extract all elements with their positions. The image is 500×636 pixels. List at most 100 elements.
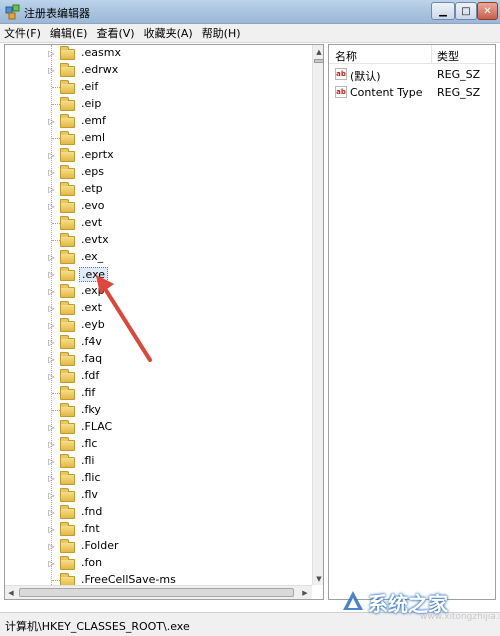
tree-item[interactable]: ▷ .f4v — [5, 334, 305, 351]
menu-edit[interactable]: 编辑(E) — [50, 25, 88, 41]
tree-item[interactable]: ▷ .ex_ — [5, 249, 305, 266]
tree-item[interactable]: .evtx — [5, 232, 305, 249]
tree-item-label: .etp — [81, 182, 103, 195]
window-title: 注册表编辑器 — [24, 7, 90, 20]
tree-item[interactable]: ▷ .FLAC — [5, 419, 305, 436]
expand-arrow-icon[interactable]: ▷ — [47, 117, 56, 126]
tree-item[interactable]: ▷ .fnd — [5, 504, 305, 521]
tree-item[interactable]: ▷ .fon — [5, 555, 305, 572]
expand-arrow-icon[interactable]: ▷ — [47, 423, 56, 432]
expand-arrow-icon[interactable]: ▷ — [47, 304, 56, 313]
tree-item[interactable]: ▷ .fli — [5, 453, 305, 470]
expand-arrow-icon[interactable]: ▷ — [47, 185, 56, 194]
column-name-header[interactable]: 名称 — [335, 48, 357, 64]
column-type-header[interactable]: 类型 — [437, 48, 459, 64]
folder-icon — [60, 352, 75, 366]
tree-item[interactable]: ▷ .exp — [5, 283, 305, 300]
menu-help[interactable]: 帮助(H) — [202, 25, 241, 41]
folder-icon — [60, 267, 75, 281]
expand-arrow-icon[interactable]: ▷ — [47, 474, 56, 483]
tree-item-label: .eyb — [81, 318, 105, 331]
expand-arrow-icon[interactable]: ▷ — [47, 151, 56, 160]
tree-item[interactable]: ▷ .evo — [5, 198, 305, 215]
tree-item-label: .fif — [81, 386, 96, 399]
scroll-down-arrow-icon[interactable]: ▼ — [313, 572, 323, 585]
tree-item[interactable]: ▷ .flv — [5, 487, 305, 504]
expand-arrow-icon[interactable]: ▷ — [47, 440, 56, 449]
tree-item[interactable]: ▷ .etp — [5, 181, 305, 198]
tree-item[interactable]: .fif — [5, 385, 305, 402]
expand-arrow-icon[interactable]: ▷ — [47, 321, 56, 330]
expand-arrow-icon[interactable]: ▷ — [47, 355, 56, 364]
scroll-left-arrow-icon[interactable]: ◀ — [5, 586, 17, 599]
maximize-button[interactable]: □ — [455, 2, 477, 20]
tree-item-label: .flc — [81, 437, 98, 450]
expand-arrow-icon[interactable]: ▷ — [47, 338, 56, 347]
list-row[interactable]: ab Content Type REG_SZ — [329, 84, 495, 101]
expand-arrow-icon[interactable]: ▷ — [47, 253, 56, 262]
tree-item-label: .f4v — [81, 335, 102, 348]
tree-item[interactable]: .eml — [5, 130, 305, 147]
tree-item[interactable]: ▷ .flic — [5, 470, 305, 487]
menu-favorites[interactable]: 收藏夹(A) — [144, 25, 193, 41]
close-button[interactable]: ✕ — [477, 2, 498, 20]
expand-arrow-icon[interactable]: ▷ — [47, 202, 56, 211]
scroll-right-arrow-icon[interactable]: ▶ — [299, 586, 311, 599]
tree-item[interactable]: ▷ .edrwx — [5, 62, 305, 79]
folder-icon — [60, 403, 75, 417]
value-type: REG_SZ — [437, 86, 481, 99]
tree-connector — [52, 393, 60, 394]
expand-arrow-icon[interactable]: ▷ — [47, 49, 56, 58]
expand-arrow-icon[interactable]: ▷ — [47, 491, 56, 500]
tree-item[interactable]: ▷ .faq — [5, 351, 305, 368]
tree-item[interactable]: ▷ .ext — [5, 300, 305, 317]
tree-connector — [52, 580, 60, 581]
tree-item[interactable]: .fky — [5, 402, 305, 419]
tree-item[interactable]: ▷ .exe — [5, 266, 305, 283]
column-separator[interactable] — [431, 45, 432, 64]
menu-file[interactable]: 文件(F) — [4, 25, 41, 41]
expand-arrow-icon[interactable]: ▷ — [47, 270, 56, 279]
value-name: Content Type — [350, 86, 423, 99]
tree-item[interactable]: ▷ .fdf — [5, 368, 305, 385]
expand-arrow-icon[interactable]: ▷ — [47, 559, 56, 568]
tree-item[interactable]: ▷ .emf — [5, 113, 305, 130]
tree-horizontal-scrollbar[interactable]: ◀ ▶ — [5, 585, 312, 599]
tree-item-label: .evo — [81, 199, 105, 212]
tree-item[interactable]: ▷ .easmx — [5, 45, 305, 62]
tree-item[interactable]: ▷ .eps — [5, 164, 305, 181]
tree-item[interactable]: ▷ .flc — [5, 436, 305, 453]
expand-arrow-icon[interactable]: ▷ — [47, 287, 56, 296]
tree-item[interactable]: .evt — [5, 215, 305, 232]
horizontal-scroll-thumb[interactable] — [19, 588, 294, 597]
scroll-up-arrow-icon[interactable]: ▲ — [313, 45, 323, 58]
scroll-thumb[interactable] — [314, 59, 323, 63]
folder-icon — [60, 437, 75, 451]
tree-item[interactable]: ▷ .eprtx — [5, 147, 305, 164]
tree-item-label: .evtx — [81, 233, 109, 246]
expand-arrow-icon[interactable]: ▷ — [47, 372, 56, 381]
expand-arrow-icon[interactable]: ▷ — [47, 508, 56, 517]
tree-vertical-scrollbar[interactable]: ▲ ▼ — [312, 45, 323, 585]
expand-arrow-icon[interactable]: ▷ — [47, 525, 56, 534]
folder-icon — [60, 301, 75, 315]
tree-item[interactable]: .eif — [5, 79, 305, 96]
tree-item[interactable]: .eip — [5, 96, 305, 113]
tree-item-label: .fnd — [81, 505, 103, 518]
folder-icon — [60, 488, 75, 502]
registry-tree[interactable]: ▷ .easmx ▷ .edrwx .eif .eip ▷ .emf .eml ▷ .eprtx ▷.… — [4, 44, 324, 600]
tree-item[interactable]: ▷ .Folder — [5, 538, 305, 555]
expand-arrow-icon[interactable]: ▷ — [47, 457, 56, 466]
tree-item-label: .fli — [81, 454, 95, 467]
expand-arrow-icon[interactable]: ▷ — [47, 168, 56, 177]
folder-icon — [60, 556, 75, 570]
values-list[interactable]: 名称 类型 ab (默认) REG_SZ ab Content Type REG… — [328, 44, 496, 600]
tree-item-label: .fdf — [81, 369, 100, 382]
tree-item[interactable]: ▷ .fnt — [5, 521, 305, 538]
expand-arrow-icon[interactable]: ▷ — [47, 542, 56, 551]
list-row[interactable]: ab (默认) REG_SZ — [329, 66, 495, 83]
menu-view[interactable]: 查看(V) — [96, 25, 134, 41]
expand-arrow-icon[interactable]: ▷ — [47, 66, 56, 75]
minimize-button[interactable]: ▁ — [431, 2, 455, 20]
tree-item[interactable]: ▷ .eyb — [5, 317, 305, 334]
